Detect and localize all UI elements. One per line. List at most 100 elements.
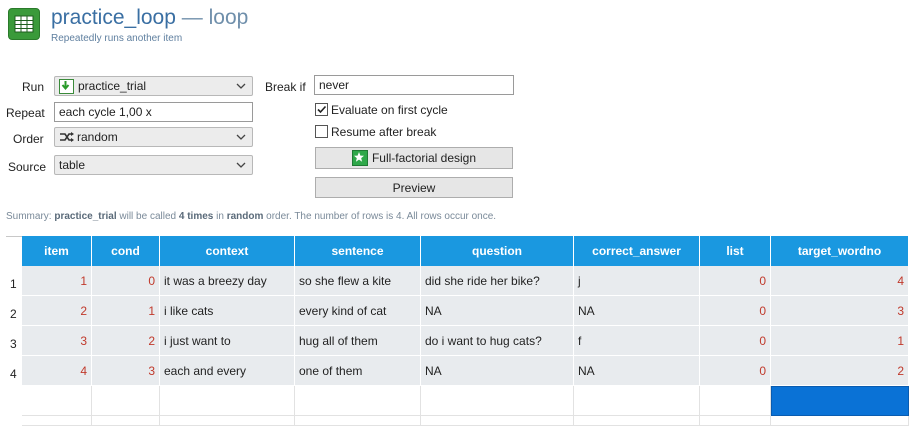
resume-after-break-checkbox[interactable] (315, 125, 328, 138)
table-cell-sentence[interactable]: so she flew a kite (295, 266, 421, 296)
green-arrow-down-icon (59, 78, 74, 94)
table-cell-list[interactable]: 0 (700, 296, 771, 326)
summary-item: practice_trial (54, 211, 117, 222)
source-combobox[interactable]: table (54, 155, 253, 175)
empty-table-cell[interactable] (574, 416, 700, 426)
table-cell-list[interactable]: 0 (700, 326, 771, 356)
column-header-target-wordno[interactable]: target_wordno (771, 236, 909, 266)
table-cell-correct-answer[interactable]: f (574, 326, 700, 356)
table-cell-item[interactable]: 4 (22, 356, 92, 386)
run-combobox[interactable]: practice_trial (54, 76, 253, 96)
empty-table-cell[interactable] (295, 416, 421, 426)
item-description[interactable]: Repeatedly runs another item (51, 33, 182, 44)
row-number[interactable]: 3 (6, 329, 21, 359)
summary-times: 4 times (178, 211, 214, 222)
chevron-down-icon (236, 162, 246, 168)
checkmark-icon (317, 105, 327, 114)
row-number[interactable]: 1 (6, 269, 21, 299)
table-cell-target-wordno[interactable]: 4 (771, 266, 909, 296)
empty-table-cell[interactable] (160, 386, 295, 416)
repeat-label: Repeat (6, 106, 45, 120)
green-star-icon (351, 150, 368, 166)
row-number[interactable]: 2 (6, 299, 21, 329)
table-cell-correct-answer[interactable]: NA (574, 296, 700, 326)
empty-table-cell[interactable] (160, 416, 295, 426)
column-header-list[interactable]: list (700, 236, 771, 266)
source-label: Source (8, 160, 47, 174)
table-cell-list[interactable]: 0 (700, 356, 771, 386)
run-value: practice_trial (78, 79, 147, 93)
empty-table-cell[interactable] (771, 416, 909, 426)
chevron-down-icon (236, 134, 246, 140)
empty-table-cell[interactable] (700, 386, 771, 416)
table-cell-item[interactable]: 3 (22, 326, 92, 356)
table-cell-item[interactable]: 1 (22, 266, 92, 296)
table-cell-cond[interactable]: 2 (92, 326, 160, 356)
chevron-down-icon (236, 83, 246, 89)
column-header-sentence[interactable]: sentence (295, 236, 421, 266)
summary-order: random (226, 211, 264, 222)
loop-summary: Summary: practice_trial will be called 4… (6, 211, 496, 222)
break-if-field[interactable]: never (314, 75, 514, 95)
column-header-question[interactable]: question (421, 236, 574, 266)
empty-table-cell[interactable] (574, 386, 700, 416)
column-header-correct-answer[interactable]: correct_answer (574, 236, 700, 266)
column-header-context[interactable]: context (160, 236, 295, 266)
table-cell-context[interactable]: i just want to (160, 326, 295, 356)
run-label: Run (22, 80, 45, 94)
source-value: table (59, 158, 86, 172)
table-cell-list[interactable]: 0 (700, 266, 771, 296)
table-cell-context[interactable]: each and every (160, 356, 295, 386)
title-separator: — (181, 6, 203, 29)
column-header-item[interactable]: item (22, 236, 92, 266)
table-cell-sentence[interactable]: one of them (295, 356, 421, 386)
empty-table-cell[interactable] (295, 386, 421, 416)
table-cell-target-wordno[interactable]: 1 (771, 326, 909, 356)
table-cell-target-wordno[interactable]: 2 (771, 356, 909, 386)
table-cell-question[interactable]: NA (421, 356, 574, 386)
order-value: random (77, 130, 118, 144)
empty-table-cell[interactable] (92, 416, 160, 426)
order-label: Order (13, 132, 44, 146)
repeat-field[interactable]: each cycle 1,00 x (54, 102, 253, 122)
full-factorial-label: Full-factorial design (371, 151, 477, 165)
order-combobox[interactable]: random (54, 127, 253, 147)
full-factorial-button[interactable]: Full-factorial design (315, 147, 513, 169)
empty-table-cell[interactable] (92, 386, 160, 416)
empty-table-cell[interactable] (22, 416, 92, 426)
empty-table-cell[interactable] (421, 416, 574, 426)
preview-button[interactable]: Preview (315, 177, 513, 198)
table-cell-context[interactable]: it was a breezy day (160, 266, 295, 296)
table-cell-sentence[interactable]: every kind of cat (295, 296, 421, 326)
table-cell-question[interactable]: do i want to hug cats? (421, 326, 574, 356)
item-type: loop (208, 6, 249, 29)
table-cell-target-wordno[interactable]: 3 (771, 296, 909, 326)
column-header-cond[interactable]: cond (92, 236, 160, 266)
item-name[interactable]: practice_loop (51, 6, 176, 29)
table-cell-correct-answer[interactable]: NA (574, 356, 700, 386)
empty-table-cell[interactable] (421, 386, 574, 416)
empty-table-cell[interactable] (22, 386, 92, 416)
table-cell-question[interactable]: NA (421, 296, 574, 326)
evaluate-first-label[interactable]: Evaluate on first cycle (331, 103, 448, 117)
item-title[interactable]: practice_loop — loop (51, 6, 248, 30)
summary-text: order. The number of rows is 4. All rows… (266, 211, 497, 222)
table-cell-question[interactable]: did she ride her bike? (421, 266, 574, 296)
evaluate-first-checkbox[interactable] (315, 103, 328, 116)
table-cell-correct-answer[interactable]: j (574, 266, 700, 296)
empty-table-cell[interactable] (700, 416, 771, 426)
table-cell-cond[interactable]: 3 (92, 356, 160, 386)
selected-table-cell[interactable] (771, 386, 909, 416)
resume-after-break-label[interactable]: Resume after break (331, 125, 436, 139)
table-cell-context[interactable]: i like cats (160, 296, 295, 326)
row-number[interactable]: 4 (6, 359, 21, 389)
table-cell-cond[interactable]: 0 (92, 266, 160, 296)
break-if-label: Break if (265, 80, 306, 94)
summary-text: will be called (119, 211, 177, 222)
summary-prefix: Summary: (6, 211, 52, 222)
table-cell-sentence[interactable]: hug all of them (295, 326, 421, 356)
shuffle-icon (59, 131, 75, 143)
table-cell-cond[interactable]: 1 (92, 296, 160, 326)
loop-app-icon (8, 8, 40, 40)
table-cell-item[interactable]: 2 (22, 296, 92, 326)
